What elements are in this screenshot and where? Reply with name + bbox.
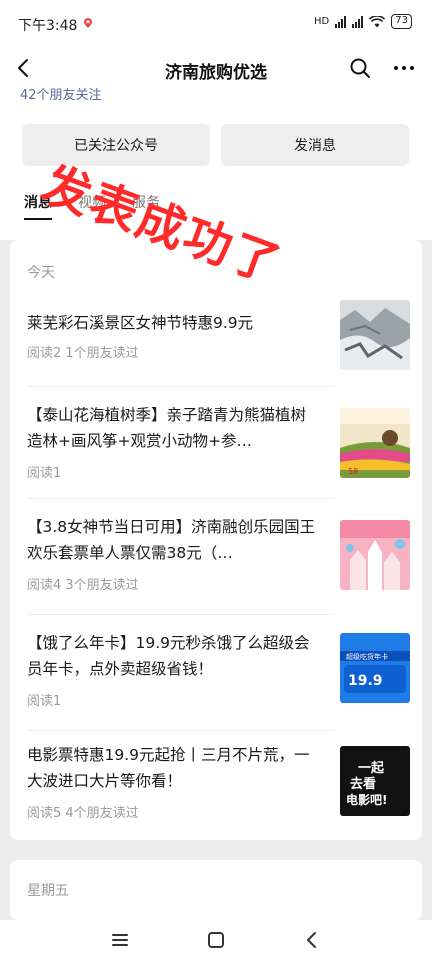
pink-castle-poster-image [340, 520, 410, 590]
article-thumbnail[interactable]: 超级吃货年卡 19.9 [340, 633, 410, 703]
article-title[interactable]: 电影票特惠19.9元起抢丨三月不片荒，一大波进口大片等你看！ [27, 742, 317, 794]
more-icon[interactable] [392, 56, 416, 80]
wifi-icon [369, 15, 386, 27]
article-title[interactable]: 莱芜彩石溪景区女神节特惠9.9元 [27, 310, 317, 336]
eleme-card-image: 超级吃货年卡 19.9 [340, 633, 410, 703]
divider [27, 386, 335, 387]
movie-poster-image: 一起 去看 电影吧! [340, 746, 410, 816]
article-thumbnail[interactable]: 58 [340, 408, 410, 478]
thumb-caption: 一起 [358, 760, 385, 776]
article-title[interactable]: 【泰山花海植树季】亲子踏青为熊猫植树造林+画风筝+观赏小动物+参… [27, 402, 317, 454]
article-meta: 阅读5 4个朋友读过 [27, 806, 139, 821]
followed-account-button[interactable]: 已关注公众号 [22, 124, 210, 166]
article-meta: 阅读1 [27, 694, 62, 709]
menu-icon[interactable] [108, 928, 132, 952]
article-item[interactable]: 莱芜彩石溪景区女神节特惠9.9元 阅读2 1个朋友读过 [27, 300, 410, 380]
signal-icon [335, 15, 347, 28]
signal-icon-2 [352, 15, 364, 28]
article-item[interactable]: 【3.8女神节当日可用】济南融创乐园国王欢乐套票单人票仅需38元（… 阅读4 3… [27, 512, 410, 612]
divider [27, 614, 335, 615]
article-item[interactable]: 【饿了么年卡】19.9元秒杀饿了么超级会员年卡，点外卖超级省钱！ 阅读1 超级吃… [27, 628, 410, 728]
article-meta: 阅读4 3个朋友读过 [27, 578, 139, 593]
article-thumbnail[interactable] [340, 520, 410, 590]
thumb-caption: 电影吧! [346, 792, 387, 807]
article-title[interactable]: 【3.8女神节当日可用】济南融创乐园国王欢乐套票单人票仅需38元（… [27, 514, 317, 566]
snowy-landscape-image [340, 300, 410, 370]
divider [27, 498, 335, 499]
search-icon[interactable] [348, 56, 372, 80]
status-bar: 下午3:48 HD 73 [0, 0, 432, 44]
nav-bar: 济南旅购优选 [0, 44, 432, 92]
system-nav-bar [0, 920, 432, 960]
battery-indicator: 73 [391, 14, 412, 29]
article-thumbnail[interactable]: 一起 去看 电影吧! [340, 746, 410, 816]
network-type: HD [314, 16, 330, 27]
article-meta: 阅读2 1个朋友读过 [27, 346, 139, 361]
flower-field-poster-image: 58 [340, 408, 410, 478]
thumb-price: 19.9 [348, 673, 383, 689]
section-label-today: 今天 [27, 265, 55, 281]
status-icons: HD 73 [314, 14, 412, 29]
followers-count[interactable]: 42个朋友关注 [20, 88, 102, 100]
send-message-button[interactable]: 发消息 [221, 124, 409, 166]
thumb-caption: 超级吃货年卡 [346, 652, 388, 661]
article-meta: 阅读1 [27, 466, 62, 481]
articles-card-friday: 星期五 [10, 860, 422, 920]
articles-card-today: 今天 莱芜彩石溪景区女神节特惠9.9元 阅读2 1个朋友读过 【泰山花海植树季】… [10, 240, 422, 840]
home-icon[interactable] [204, 928, 228, 952]
thumb-price: 58 [348, 467, 358, 476]
article-title[interactable]: 【饿了么年卡】19.9元秒杀饿了么超级会员年卡，点外卖超级省钱！ [27, 630, 317, 682]
article-item[interactable]: 电影票特惠19.9元起抢丨三月不片荒，一大波进口大片等你看！ 阅读5 4个朋友读… [27, 740, 410, 840]
article-thumbnail[interactable] [340, 300, 410, 370]
divider [27, 730, 335, 731]
location-icon [84, 18, 92, 28]
back-icon[interactable] [300, 928, 324, 952]
thumb-caption: 去看 [350, 776, 376, 792]
status-time: 下午3:48 [18, 18, 78, 34]
article-item[interactable]: 【泰山花海植树季】亲子踏青为熊猫植树造林+画风筝+观赏小动物+参… 阅读1 58 [27, 400, 410, 500]
section-label-friday: 星期五 [27, 883, 69, 899]
